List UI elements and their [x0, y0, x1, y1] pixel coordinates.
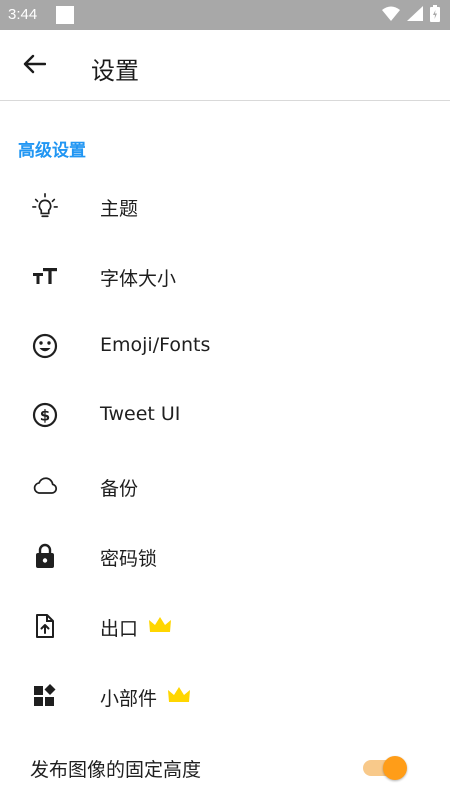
sync-icon: $: [31, 401, 59, 429]
file-upload-icon: [31, 612, 59, 640]
battery-icon: [430, 4, 440, 26]
text-size-icon: [31, 262, 59, 290]
section-header: 高级设置: [18, 141, 86, 161]
menu-item-label: 字体大小: [100, 268, 177, 290]
widgets-icon: [31, 682, 59, 710]
menu-item-label: 主题: [100, 198, 139, 220]
menu-item-label-wrap: 出口: [100, 614, 172, 641]
status-bar: 3:44: [0, 0, 450, 30]
menu-item-export[interactable]: 出口: [0, 598, 450, 654]
menu-item-label: Emoji/Fonts: [100, 334, 211, 356]
svg-text:$: $: [40, 407, 50, 425]
menu-item-label-wrap: 小部件: [100, 684, 191, 711]
menu-item-widgets[interactable]: 小部件: [0, 668, 450, 724]
arrow-back-icon: [22, 54, 47, 78]
fixed-image-height-switch[interactable]: [363, 756, 409, 780]
crown-icon: [167, 686, 191, 709]
crown-icon: [148, 616, 172, 639]
page-title: 设置: [91, 57, 139, 85]
lock-icon: [31, 542, 59, 570]
status-icons: [382, 4, 440, 26]
notification-icon: [56, 6, 74, 24]
status-time: 3:44: [8, 6, 38, 23]
lightbulb-icon: [31, 192, 59, 220]
menu-item-theme[interactable]: 主题: [0, 178, 450, 234]
menu-item-backup[interactable]: 备份: [0, 458, 450, 514]
menu-item-label: 备份: [100, 478, 139, 500]
menu-item-passcode-lock[interactable]: 密码锁: [0, 528, 450, 584]
back-button[interactable]: [20, 53, 48, 79]
menu-item-emoji-fonts[interactable]: Emoji/Fonts: [0, 318, 450, 374]
switch-thumb: [383, 756, 407, 780]
menu-item-label: 密码锁: [100, 548, 158, 570]
menu-item-tweet-ui[interactable]: $ Tweet UI: [0, 387, 450, 443]
fixed-image-height-setting[interactable]: 发布图像的固定高度: [0, 740, 450, 796]
toggle-label: 发布图像的固定高度: [30, 759, 202, 781]
cloud-icon: [31, 472, 59, 500]
menu-item-font-size[interactable]: 字体大小: [0, 248, 450, 304]
menu-item-label: 小部件: [100, 688, 158, 710]
emoji-icon: [31, 332, 59, 360]
menu-item-label: 出口: [100, 618, 139, 640]
app-bar: 设置: [0, 30, 450, 101]
wifi-icon: [382, 6, 400, 25]
menu-item-label: Tweet UI: [100, 403, 181, 425]
signal-icon: [407, 5, 423, 25]
